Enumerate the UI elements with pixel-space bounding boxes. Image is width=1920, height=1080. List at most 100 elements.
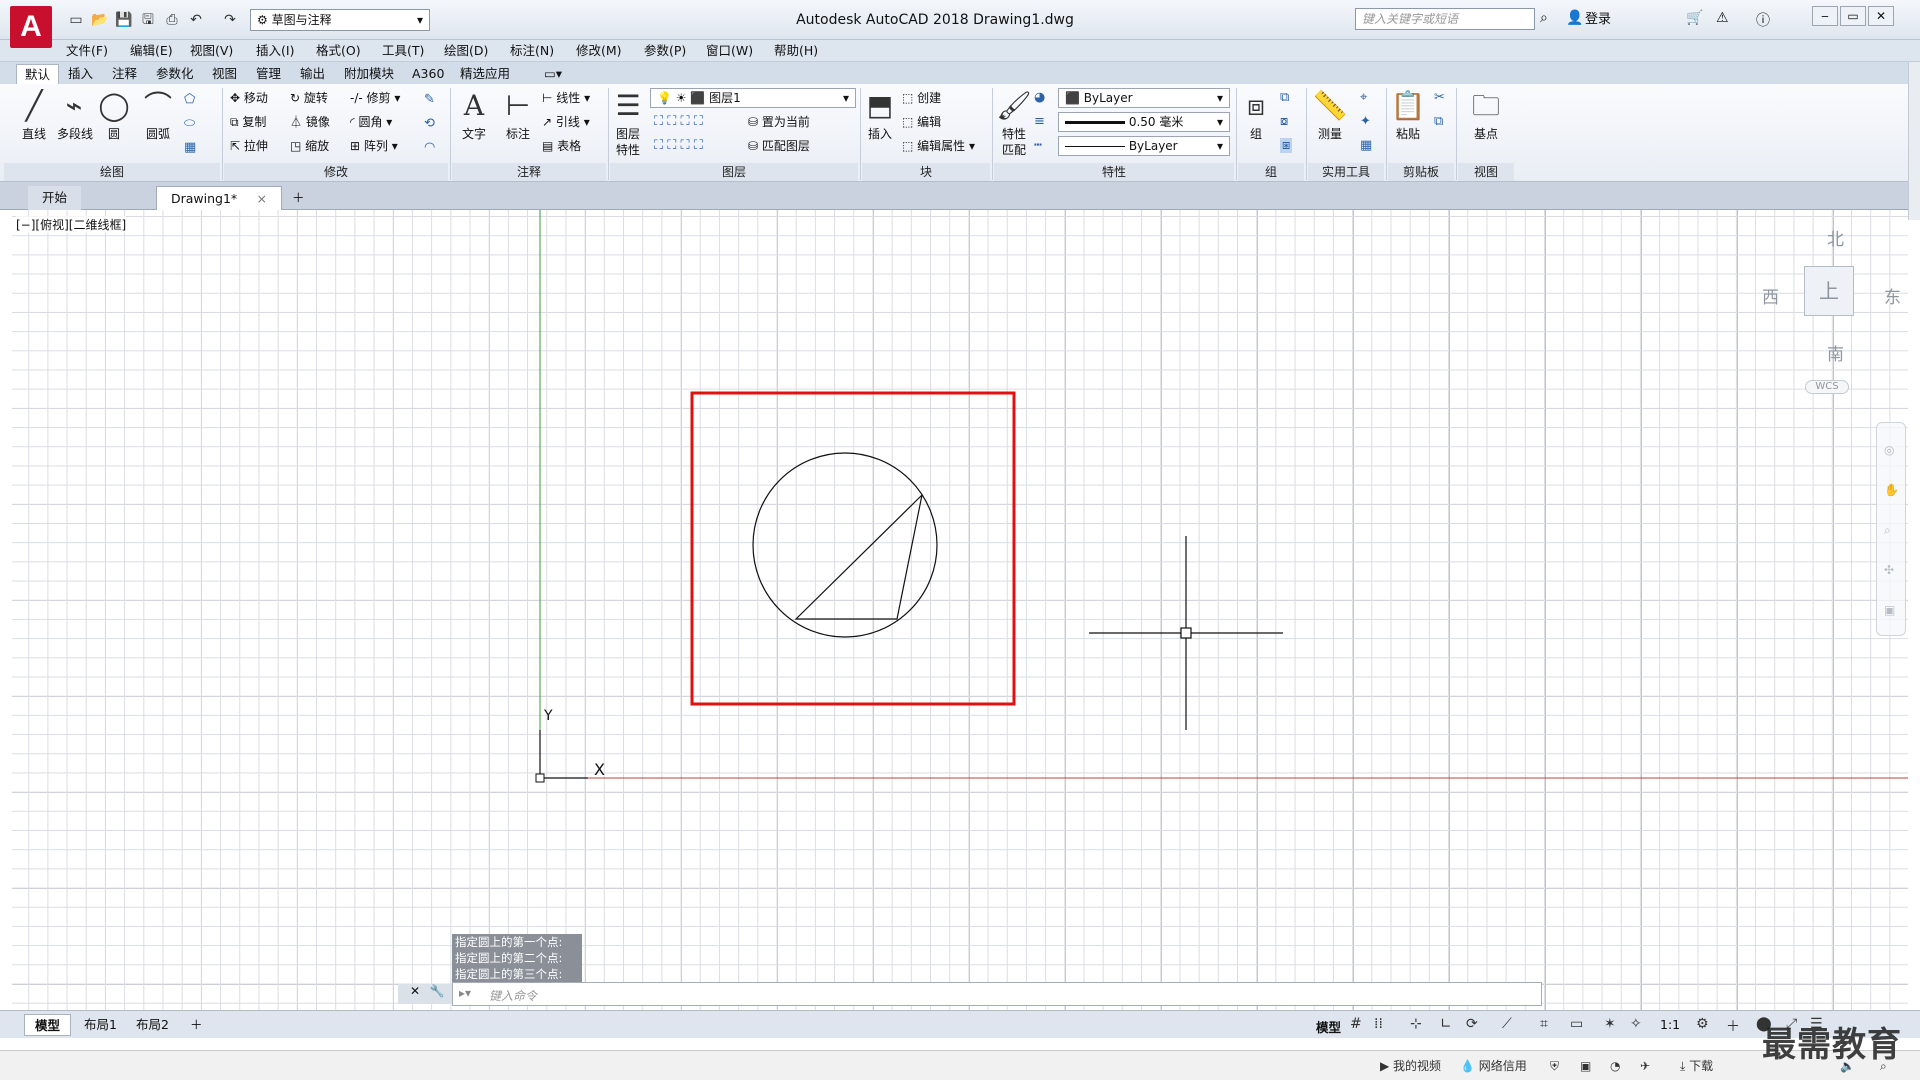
- login-button[interactable]: 登录: [1585, 10, 1611, 30]
- tab-manage[interactable]: 管理: [248, 64, 289, 84]
- insert-block-icon[interactable]: ⬒: [862, 88, 898, 124]
- redo-icon[interactable]: ↷: [220, 10, 240, 30]
- menu-dimension[interactable]: 标注(N): [510, 43, 554, 59]
- maximize-button[interactable]: ▭: [1840, 6, 1866, 26]
- lineweight-icon[interactable]: ≡: [1034, 114, 1045, 129]
- linetype-icon[interactable]: ┅: [1034, 138, 1042, 153]
- tab-a360[interactable]: A360: [404, 64, 452, 84]
- my-videos-button[interactable]: ▶ 我的视频: [1380, 1058, 1441, 1074]
- calculator-icon[interactable]: ▦: [1360, 138, 1372, 153]
- group-icon[interactable]: ⧈: [1238, 88, 1274, 124]
- arc-icon[interactable]: ⌒: [140, 88, 176, 124]
- draw-panel-title[interactable]: 绘图: [4, 163, 220, 181]
- model-space-button[interactable]: 模型: [1316, 1017, 1341, 1036]
- linetype-dropdown[interactable]: ByLayer ▾: [1058, 136, 1230, 156]
- command-prompt-icon[interactable]: ▸▾: [459, 986, 471, 1000]
- object-snap-icon[interactable]: ⟋: [1502, 1016, 1512, 1032]
- viewcube-top-face[interactable]: 上: [1804, 266, 1854, 316]
- array-tool[interactable]: ⊞ 阵列 ▾: [350, 138, 398, 154]
- match-properties-icon[interactable]: 🖌: [996, 88, 1032, 124]
- tray-icon-3[interactable]: ✈: [1640, 1058, 1650, 1074]
- ellipse-icon[interactable]: ⬭: [184, 116, 195, 131]
- cart-icon[interactable]: 🛒: [1686, 10, 1703, 26]
- lineweight-toggle-icon[interactable]: ⌗: [1540, 1016, 1548, 1032]
- isolate-objects-icon[interactable]: ＋: [1726, 1016, 1740, 1036]
- fillet-tool[interactable]: ◜ 圆角 ▾: [350, 114, 392, 130]
- menu-edit[interactable]: 编辑(E): [130, 43, 173, 59]
- color-wheel-icon[interactable]: ◕: [1034, 90, 1045, 105]
- ribbon-minimize-icon[interactable]: ▭▾: [536, 64, 570, 84]
- print-icon[interactable]: ⎙: [162, 10, 182, 30]
- circle-icon[interactable]: ◯: [96, 88, 132, 124]
- application-menu-button[interactable]: A: [10, 6, 52, 48]
- menu-parametric[interactable]: 参数(P): [644, 43, 686, 59]
- layer-properties-label[interactable]: 图层特性: [614, 126, 642, 158]
- tab-drawing1[interactable]: Drawing1* ×: [156, 186, 282, 210]
- minimize-button[interactable]: ‒: [1812, 6, 1838, 26]
- edit-attributes-button[interactable]: ⬚ 编辑属性 ▾: [902, 138, 975, 154]
- menu-draw[interactable]: 绘图(D): [444, 43, 488, 59]
- leader-tool[interactable]: ↗ 引线 ▾: [542, 114, 590, 130]
- base-view-label[interactable]: 基点: [1474, 126, 1498, 142]
- view-panel-title[interactable]: 视图: [1458, 163, 1514, 181]
- layout-tab-layout2[interactable]: 布局2: [126, 1014, 179, 1036]
- command-input[interactable]: ▸▾ 键入命令: [452, 982, 1542, 1006]
- close-tab-icon[interactable]: ×: [257, 187, 267, 211]
- steering-wheel-icon[interactable]: ◎: [1884, 443, 1894, 457]
- layers-panel-title[interactable]: 图层: [610, 163, 858, 181]
- layer-properties-icon[interactable]: ☰: [610, 88, 646, 124]
- line-tool-label[interactable]: 直线: [22, 126, 46, 142]
- measure-tool-label[interactable]: 测量: [1318, 126, 1342, 142]
- layer-tool-icons-2[interactable]: ⛶ ⛶ ⛶ ⛶: [654, 138, 703, 153]
- menu-tools[interactable]: 工具(T): [382, 43, 424, 59]
- offset-icon[interactable]: ◠: [424, 140, 435, 155]
- insert-block-label[interactable]: 插入: [868, 126, 892, 142]
- tab-view[interactable]: 视图: [204, 64, 245, 84]
- lineweight-dropdown[interactable]: 0.50 毫米 ▾: [1058, 112, 1230, 132]
- layer-dropdown[interactable]: 💡 ☀ ⬛ 图层1 ▾: [650, 88, 856, 108]
- paste-tool-label[interactable]: 粘贴: [1396, 126, 1420, 142]
- edit-block-button[interactable]: ⬚ 编辑: [902, 114, 941, 130]
- layer-tool-icons[interactable]: ⛶ ⛶ ⛶ ⛶: [654, 114, 703, 129]
- base-view-icon[interactable]: 🗀: [1468, 88, 1504, 124]
- ungroup-icon[interactable]: ⧉: [1280, 90, 1289, 105]
- erase-icon[interactable]: ✎: [424, 92, 435, 107]
- mirror-tool[interactable]: ⏃ 镜像: [290, 114, 330, 130]
- snap-icon[interactable]: ⁞⁞: [1374, 1016, 1383, 1032]
- menu-format[interactable]: 格式(O): [316, 43, 361, 59]
- tray-icon-1[interactable]: ▣: [1580, 1058, 1591, 1074]
- navigation-bar[interactable]: ◎ ✋ ⌕ ✣ ▣: [1876, 422, 1906, 636]
- menu-insert[interactable]: 插入(I): [256, 43, 294, 59]
- wcs-menu[interactable]: WCS: [1805, 380, 1849, 394]
- network-credit-button[interactable]: 💧 网络信用: [1460, 1058, 1527, 1074]
- viewcube-north[interactable]: 北: [1827, 225, 1844, 250]
- layout-tab-layout1[interactable]: 布局1: [74, 1014, 127, 1036]
- point-icon[interactable]: ✦: [1360, 114, 1371, 129]
- viewcube-west[interactable]: 西: [1762, 283, 1779, 308]
- polar-icon[interactable]: ⟳: [1466, 1016, 1478, 1032]
- polyline-tool-label[interactable]: 多段线: [57, 126, 93, 142]
- group-edit-icon[interactable]: ⧇: [1280, 114, 1288, 129]
- tab-start[interactable]: 开始: [28, 186, 82, 210]
- hatch-icon[interactable]: ▦: [184, 140, 196, 155]
- make-current-button[interactable]: ⛁ 置为当前: [748, 114, 810, 130]
- tray-icon-2[interactable]: ◔: [1610, 1058, 1620, 1074]
- clipboard-panel-title[interactable]: 剪贴板: [1388, 163, 1454, 181]
- workspace-gear-icon[interactable]: ⚙: [1696, 1016, 1709, 1032]
- cut-icon[interactable]: ✂: [1434, 90, 1445, 105]
- annotation-panel-title[interactable]: 注释: [452, 163, 606, 181]
- id-point-icon[interactable]: ⌖: [1360, 90, 1367, 105]
- tab-addins[interactable]: 附加模块: [336, 64, 402, 84]
- trim-tool[interactable]: -/- 修剪 ▾: [350, 90, 400, 106]
- undo-icon[interactable]: ↶: [186, 10, 206, 30]
- arc-tool-label[interactable]: 圆弧: [146, 126, 170, 142]
- menu-help[interactable]: 帮助(H): [774, 43, 818, 59]
- search-input[interactable]: 键入关键字或短语: [1355, 8, 1535, 30]
- add-layout-icon[interactable]: ＋: [180, 1014, 213, 1036]
- save-icon[interactable]: 💾: [114, 10, 134, 30]
- selection-cycling-icon[interactable]: ▭: [1570, 1016, 1583, 1032]
- viewcube-east[interactable]: 东: [1884, 283, 1901, 308]
- match-layer-button[interactable]: ⛁ 匹配图层: [748, 138, 810, 154]
- properties-panel-title[interactable]: 特性: [994, 163, 1234, 181]
- group-selection-icon[interactable]: ⧆: [1280, 138, 1293, 153]
